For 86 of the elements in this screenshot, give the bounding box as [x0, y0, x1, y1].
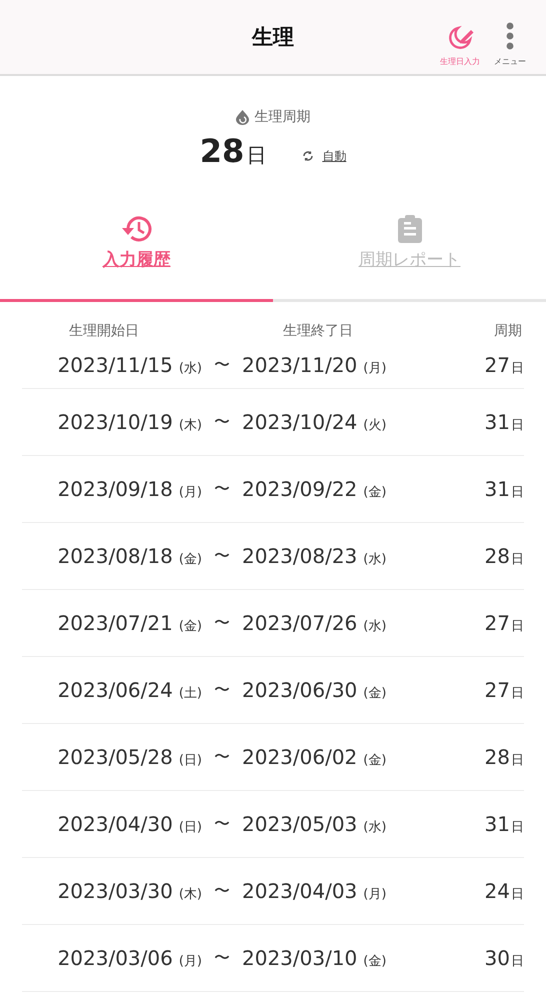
cycle-days: 28: [200, 132, 244, 170]
days-unit: 日: [511, 417, 524, 434]
weekday: (水): [363, 618, 386, 635]
weekday: (水): [363, 551, 386, 568]
days-unit: 日: [246, 142, 266, 169]
end-date: 2023/11/20: [242, 353, 358, 377]
start-date: 2023/03/30: [58, 879, 173, 903]
weekday: (金): [178, 618, 202, 635]
drop-icon: [236, 110, 248, 124]
cycle-length: 27: [484, 353, 510, 377]
range-tilde: 〜: [213, 680, 231, 700]
weekday: (日): [178, 819, 202, 836]
range-tilde: 〜: [213, 546, 231, 566]
cycle-length: 27: [484, 678, 510, 702]
end-date: 2023/06/02: [242, 745, 358, 769]
days-unit: 日: [511, 685, 524, 702]
start-date: 2023/09/18: [58, 477, 173, 501]
weekday: (金): [363, 484, 386, 501]
days-unit: 日: [511, 953, 524, 970]
weekday: (火): [363, 417, 386, 434]
end-date: 2023/06/30: [242, 678, 358, 702]
cycle-length: 24: [484, 879, 510, 903]
period-entry-button[interactable]: 生理日入力: [440, 22, 480, 67]
range-tilde: 〜: [213, 948, 231, 968]
range-tilde: 〜: [213, 814, 231, 834]
start-date: 2023/10/19: [58, 410, 173, 434]
weekday: (金): [363, 752, 386, 769]
menu-button[interactable]: メニュー: [494, 22, 526, 67]
days-unit: 日: [511, 360, 524, 377]
weekday: (木): [178, 417, 202, 434]
history-icon: [120, 214, 154, 244]
range-tilde: 〜: [213, 478, 231, 500]
tab[interactable]: 周期レポート: [273, 210, 546, 302]
days-unit: 日: [511, 752, 524, 769]
cycle-length: 31: [484, 812, 510, 836]
weekday: (月): [178, 953, 202, 970]
weekday: (水): [363, 819, 386, 836]
weekday: (木): [178, 886, 202, 903]
start-date: 2023/11/15: [58, 353, 173, 377]
cycle-length: 30: [484, 946, 510, 970]
range-tilde: 〜: [213, 412, 231, 432]
end-date: 2023/04/03: [242, 879, 358, 903]
days-unit: 日: [511, 551, 524, 568]
weekday: (月): [363, 360, 386, 377]
days-unit: 日: [511, 484, 524, 501]
menu-icon: [505, 22, 515, 52]
weekday: (金): [363, 953, 386, 970]
weekday: (月): [178, 484, 202, 501]
range-tilde: 〜: [213, 880, 231, 902]
days-unit: 日: [511, 886, 524, 903]
clipboard-icon: [396, 214, 422, 244]
start-date: 2023/07/21: [58, 611, 173, 635]
auto-link[interactable]: 自動: [322, 148, 346, 164]
weekday: (月): [363, 886, 386, 903]
cycle-length: 28: [484, 544, 510, 568]
cycle-length: 28: [484, 745, 510, 769]
end-date: 2023/08/23: [242, 544, 358, 568]
start-date: 2023/05/28: [58, 745, 173, 769]
cycle-length: 31: [484, 477, 510, 501]
start-date: 2023/03/06: [58, 946, 173, 970]
column-header: 生理終了日: [282, 322, 354, 340]
end-date: 2023/09/22: [242, 477, 358, 501]
weekday: (土): [178, 685, 202, 702]
weekday: (金): [178, 551, 202, 568]
sync-icon: [302, 150, 314, 162]
range-tilde: 〜: [213, 746, 231, 768]
cycle-label: 生理周期: [254, 108, 310, 126]
days-unit: 日: [511, 819, 524, 836]
end-date: 2023/10/24: [242, 410, 358, 434]
weekday: (金): [363, 685, 386, 702]
start-date: 2023/04/30: [58, 812, 173, 836]
cycle-length: 27: [484, 611, 510, 635]
cycle-length: 31: [484, 410, 510, 434]
end-date: 2023/05/03: [242, 812, 358, 836]
days-unit: 日: [511, 618, 524, 635]
end-date: 2023/03/10: [242, 946, 358, 970]
column-header: 生理開始日: [68, 322, 140, 340]
screen-title: 生理: [252, 24, 294, 51]
range-tilde: 〜: [213, 612, 231, 634]
weekday: (日): [178, 752, 202, 769]
column-header: 周期: [493, 322, 523, 340]
weekday: (水): [178, 360, 202, 377]
start-date: 2023/08/18: [58, 544, 173, 568]
start-date: 2023/06/24: [58, 678, 173, 702]
range-tilde: 〜: [213, 354, 231, 376]
end-date: 2023/07/26: [242, 611, 358, 635]
